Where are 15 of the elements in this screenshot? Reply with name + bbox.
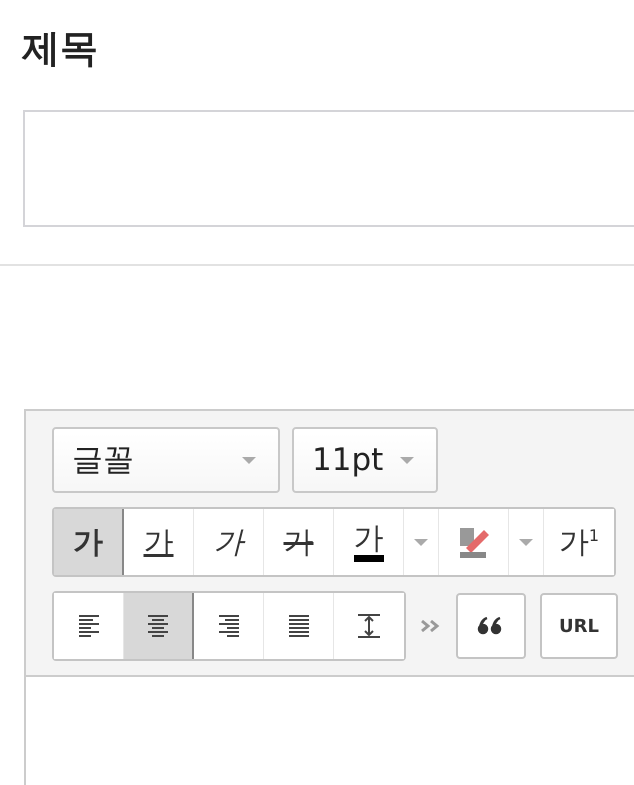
url-button[interactable]: URL: [540, 593, 618, 659]
align-center-icon: [147, 615, 169, 637]
align-center-button[interactable]: [124, 593, 194, 659]
more-chevron-icon[interactable]: [420, 619, 442, 633]
font-select[interactable]: 글꼴: [52, 427, 280, 493]
font-size-select[interactable]: 11pt: [292, 427, 438, 493]
title-heading: 제목: [20, 25, 99, 72]
line-height-icon: [358, 614, 380, 638]
align-left-icon: [78, 615, 100, 637]
title-input-field[interactable]: [23, 110, 634, 227]
align-right-icon: [218, 615, 240, 637]
bold-button[interactable]: 가: [54, 509, 124, 575]
align-justify-icon: [288, 615, 310, 637]
quote-button[interactable]: [456, 593, 526, 659]
align-left-button[interactable]: [54, 593, 124, 659]
